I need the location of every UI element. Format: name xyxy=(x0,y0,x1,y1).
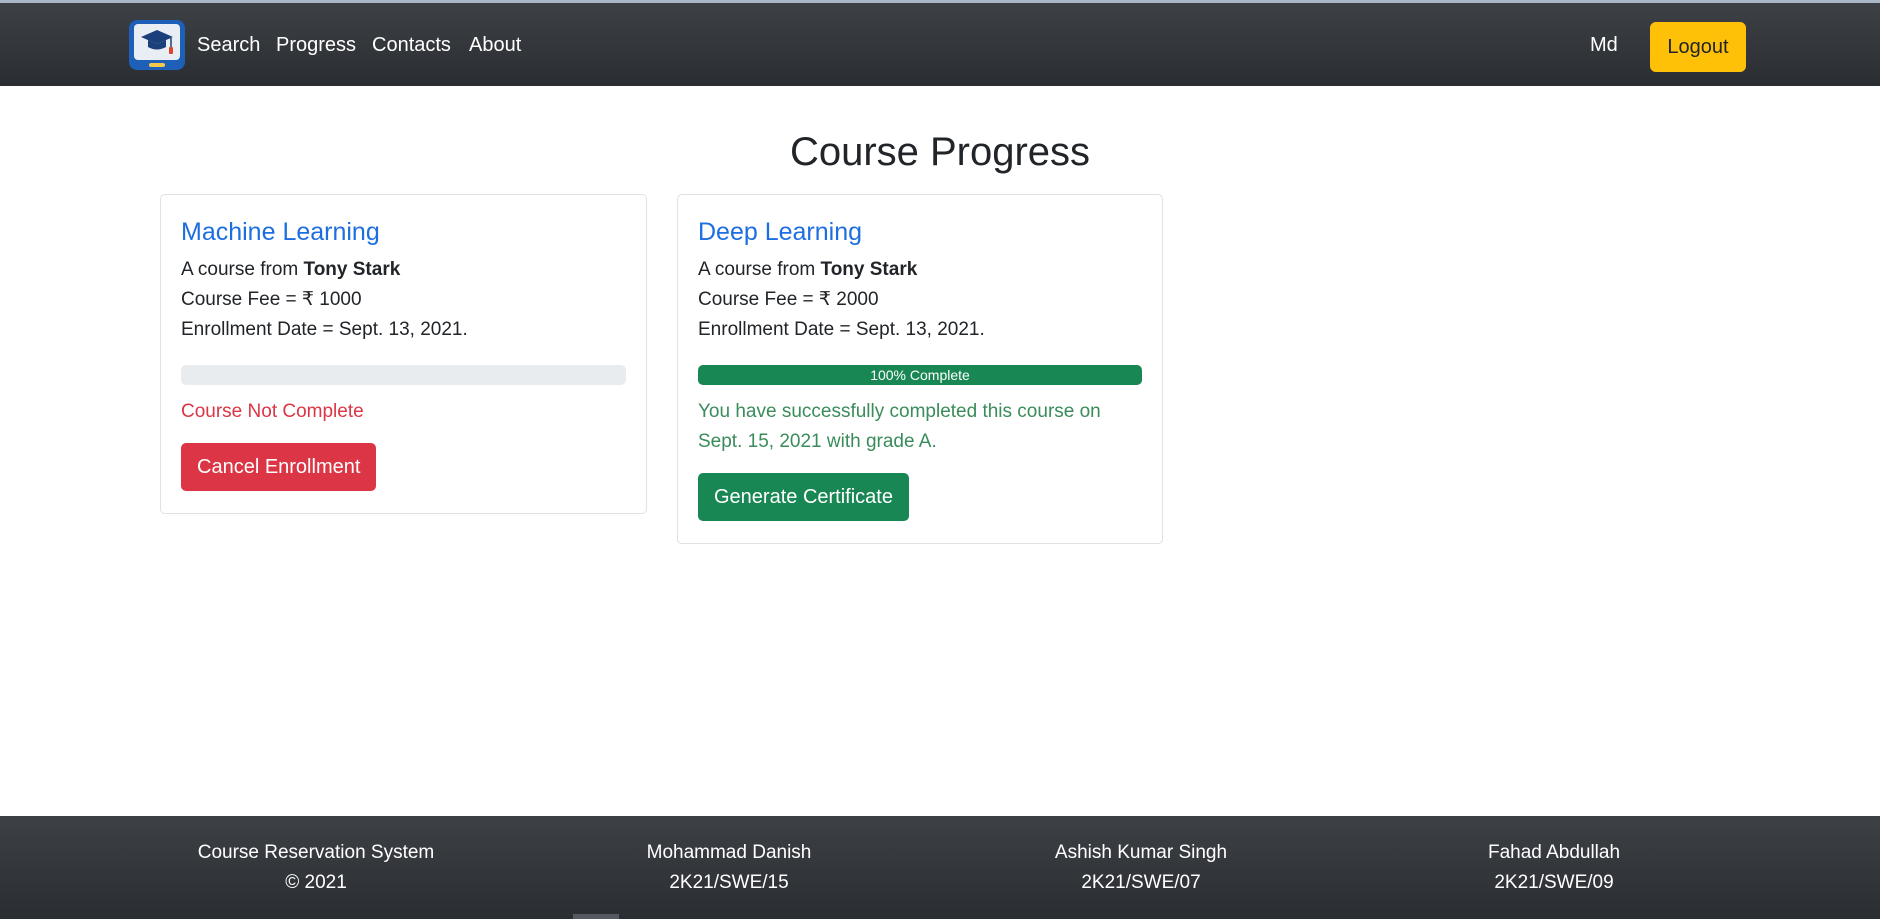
course-card-deep-learning: Deep Learning A course from Tony Stark C… xyxy=(677,194,1163,544)
course-fee: Course Fee = ₹ 2000 xyxy=(698,289,879,310)
footer-member: Ashish Kumar Singh 2K21/SWE/07 xyxy=(1055,838,1227,898)
user-name[interactable]: Md xyxy=(1590,33,1618,57)
footer-member-name: Ashish Kumar Singh xyxy=(1054,842,1228,863)
course-status: Course Not Complete xyxy=(181,401,364,422)
course-progress-bar: 100% Complete xyxy=(698,365,1142,385)
scroll-indicator xyxy=(573,914,619,919)
course-title[interactable]: Deep Learning xyxy=(698,215,1142,249)
footer-project: Course Reservation System © 2021 xyxy=(198,838,435,898)
footer-member-name: Fahad Abdullah xyxy=(1487,842,1621,863)
nav-link-search[interactable]: Search xyxy=(197,33,260,57)
course-enrollment-date: Enrollment Date = Sept. 13, 2021. xyxy=(181,319,468,340)
cancel-enrollment-button[interactable]: Cancel Enrollment xyxy=(181,443,377,491)
course-fee: Course Fee = ₹ 1000 xyxy=(181,289,362,310)
graduation-cap-laptop-icon[interactable] xyxy=(129,20,185,70)
course-instructor-line: A course from Tony Stark xyxy=(181,255,626,285)
footer-member-id: 2K21/SWE/07 xyxy=(1081,872,1201,893)
course-progress-track: 100% Complete xyxy=(698,365,1142,385)
course-title[interactable]: Machine Learning xyxy=(181,215,626,249)
course-status: You have successfully completed this cou… xyxy=(698,401,1101,452)
footer-member-id: 2K21/SWE/15 xyxy=(669,872,789,893)
footer-member-name: Mohammad Danish xyxy=(646,842,812,863)
course-instructor: Tony Stark xyxy=(303,259,401,280)
footer-copyright: © 2021 xyxy=(285,872,347,893)
footer-member: Mohammad Danish 2K21/SWE/15 xyxy=(647,838,812,898)
footer-project-name: Course Reservation System xyxy=(197,842,435,863)
course-from-label: A course from xyxy=(698,259,816,280)
course-enrollment-date: Enrollment Date = Sept. 13, 2021. xyxy=(698,319,985,340)
course-instructor: Tony Stark xyxy=(820,259,918,280)
course-from-label: A course from xyxy=(181,259,299,280)
footer: Course Reservation System © 2021 Mohamma… xyxy=(0,816,1880,919)
footer-member-id: 2K21/SWE/09 xyxy=(1494,872,1614,893)
course-instructor-line: A course from Tony Stark xyxy=(698,255,1142,285)
course-progress-track xyxy=(181,365,626,385)
nav-link-contacts[interactable]: Contacts xyxy=(372,33,451,57)
nav-link-progress[interactable]: Progress xyxy=(276,33,356,57)
footer-member: Fahad Abdullah 2K21/SWE/09 xyxy=(1488,838,1620,898)
page-title: Course Progress xyxy=(789,130,1091,174)
nav-link-about[interactable]: About xyxy=(469,33,521,57)
navbar: Search Progress Contacts About Md Logout xyxy=(0,3,1880,86)
logout-button[interactable]: Logout xyxy=(1650,22,1746,72)
course-card-machine-learning: Machine Learning A course from Tony Star… xyxy=(160,194,647,514)
generate-certificate-button[interactable]: Generate Certificate xyxy=(698,473,909,521)
